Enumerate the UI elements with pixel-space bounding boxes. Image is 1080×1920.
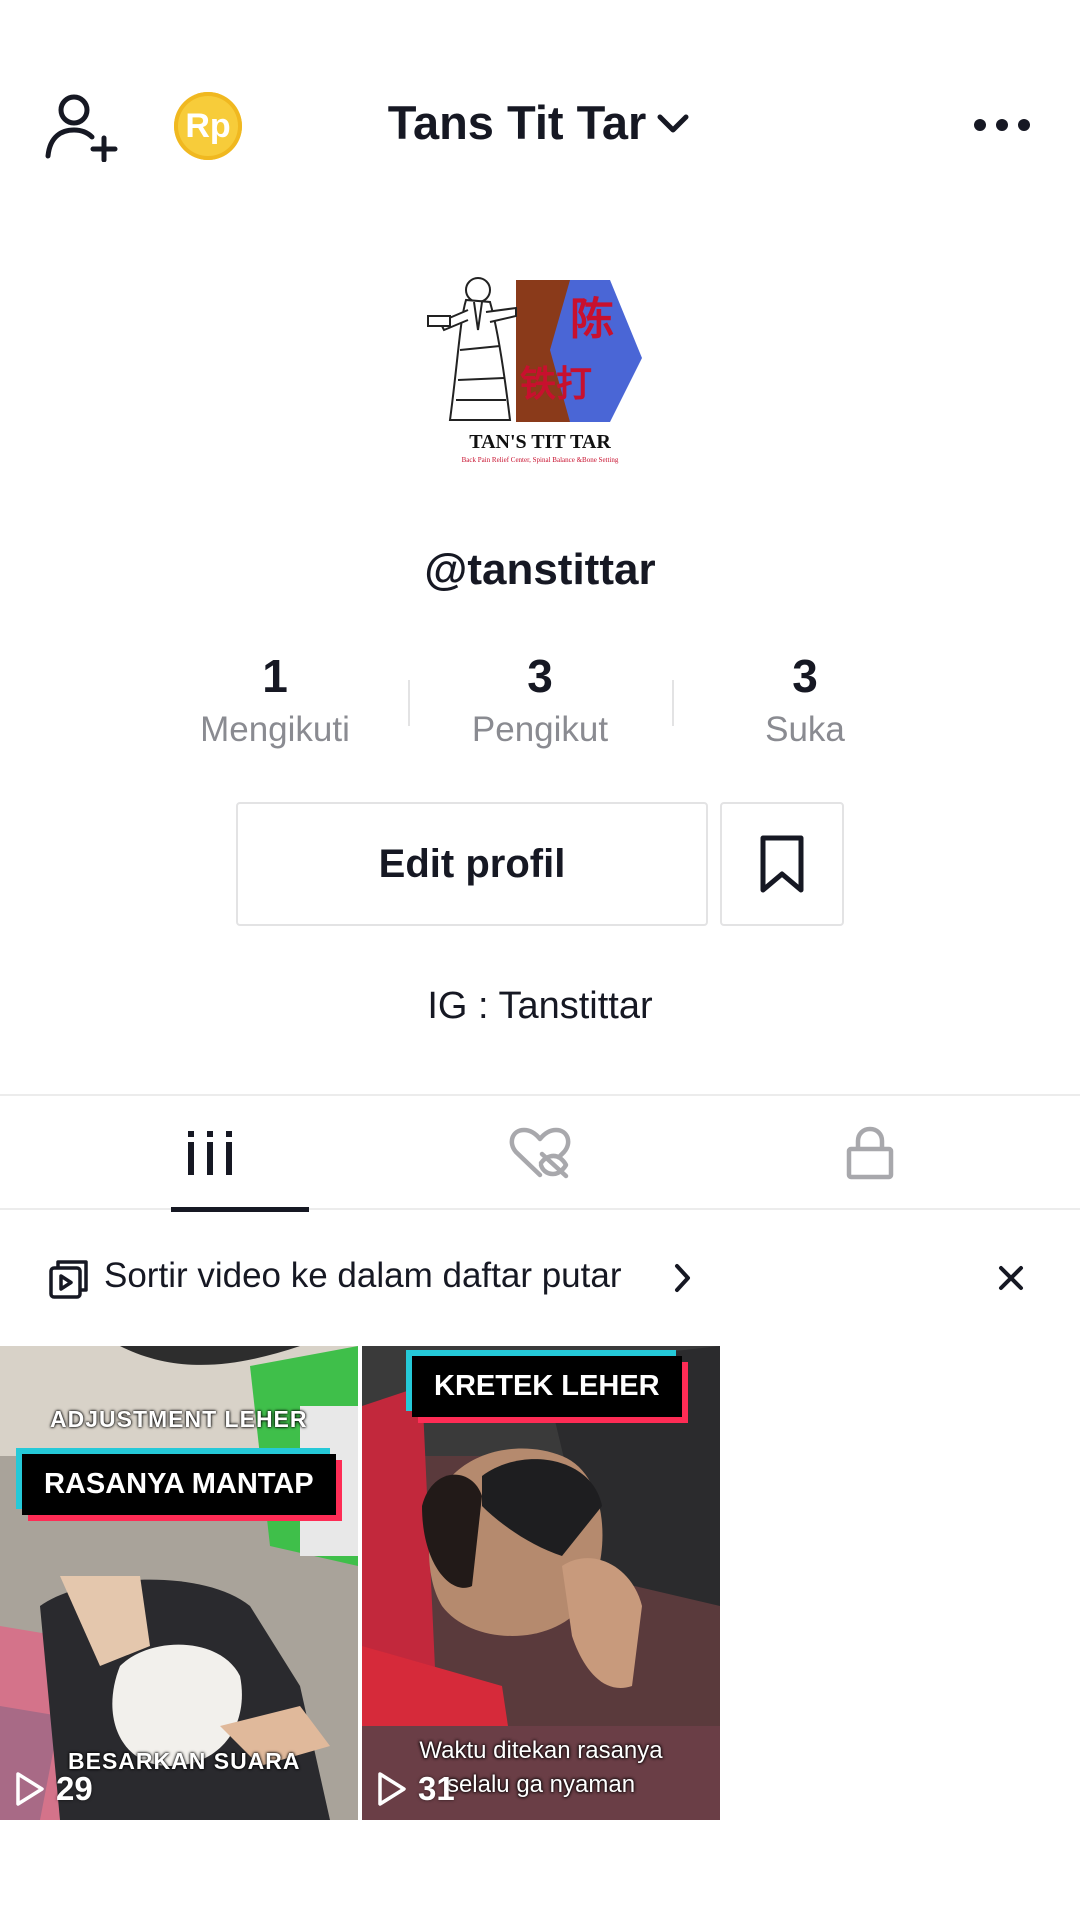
avatar-char-2: 铁打 xyxy=(520,363,592,405)
play-icon xyxy=(16,1772,44,1806)
video-caption-tag: RASANYA MANTAP xyxy=(22,1454,336,1515)
account-name: Tans Tit Tar xyxy=(387,96,647,149)
active-tab-indicator xyxy=(171,1207,309,1212)
tab-liked[interactable] xyxy=(360,1096,720,1210)
video-subtitle-line: Waktu ditekan rasanya xyxy=(419,1737,663,1764)
view-count-value: 31 xyxy=(418,1770,455,1807)
video-thumbnail[interactable]: ADJUSTMENT LEHER RASANYA MANTAP BESARKAN… xyxy=(0,1346,358,1820)
stat-value: 3 xyxy=(527,650,553,702)
profile-tabs xyxy=(0,1094,1080,1212)
stat-value: 1 xyxy=(262,650,288,702)
close-icon[interactable] xyxy=(995,1262,1027,1294)
avatar[interactable]: 陈 铁打 TAN'S TIT TAR Back Pain Relief Cent… xyxy=(420,250,660,480)
avatar-char-1: 陈 xyxy=(570,294,614,345)
playlist-banner[interactable]: Sortir video ke dalam daftar putar xyxy=(0,1250,1080,1310)
video-caption-bottom: BESARKAN SUARA xyxy=(68,1748,301,1774)
video-caption-tag: KRETEK LEHER xyxy=(412,1356,682,1417)
stat-value: 3 xyxy=(792,650,818,702)
video-caption-top: ADJUSTMENT LEHER xyxy=(50,1406,308,1432)
grid-icon xyxy=(188,1131,232,1175)
stat-label: Mengikuti xyxy=(200,710,350,749)
stat-label: Suka xyxy=(765,710,845,749)
heart-hidden-icon xyxy=(509,1127,571,1179)
video-thumbnail[interactable]: KRETEK LEHER Waktu ditekan rasanya selal… xyxy=(362,1346,720,1820)
avatar-title: TAN'S TIT TAR xyxy=(469,431,611,453)
bio: IG : Tanstittar xyxy=(427,985,653,1027)
top-bar: Rp Tans Tit Tar xyxy=(0,0,1080,250)
stat-followers[interactable]: 3 Pengikut xyxy=(410,650,670,750)
tab-private[interactable] xyxy=(690,1096,1050,1210)
account-switcher[interactable]: Tans Tit Tar xyxy=(388,95,693,150)
stat-label: Pengikut xyxy=(471,710,609,749)
view-count-value: 29 xyxy=(56,1770,93,1807)
favorites-button[interactable] xyxy=(720,802,844,926)
stat-likes[interactable]: 3 Suka xyxy=(675,650,935,750)
chevron-down-icon xyxy=(657,114,689,132)
playlist-icon xyxy=(49,1260,88,1299)
stats-row: 1 Mengikuti 3 Pengikut 3 Suka xyxy=(0,650,1080,760)
view-count: 31 xyxy=(376,1770,455,1808)
avatar-subtitle: Back Pain Relief Center, Spinal Balance … xyxy=(462,456,619,464)
video-grid: ADJUSTMENT LEHER RASANYA MANTAP BESARKAN… xyxy=(0,1346,1080,1820)
play-icon xyxy=(378,1772,406,1806)
lock-icon xyxy=(846,1126,894,1180)
tab-videos[interactable] xyxy=(30,1096,390,1212)
stat-following[interactable]: 1 Mengikuti xyxy=(145,650,405,750)
more-options-icon[interactable] xyxy=(972,108,1032,142)
username: @tanstittar xyxy=(424,545,656,594)
view-count: 29 xyxy=(14,1770,93,1808)
edit-profile-button[interactable]: Edit profil xyxy=(236,802,708,926)
chevron-right-icon xyxy=(675,1264,690,1292)
playlist-banner-text: Sortir video ke dalam daftar putar xyxy=(104,1256,622,1295)
divider xyxy=(672,680,674,726)
bookmark-icon xyxy=(760,835,804,893)
